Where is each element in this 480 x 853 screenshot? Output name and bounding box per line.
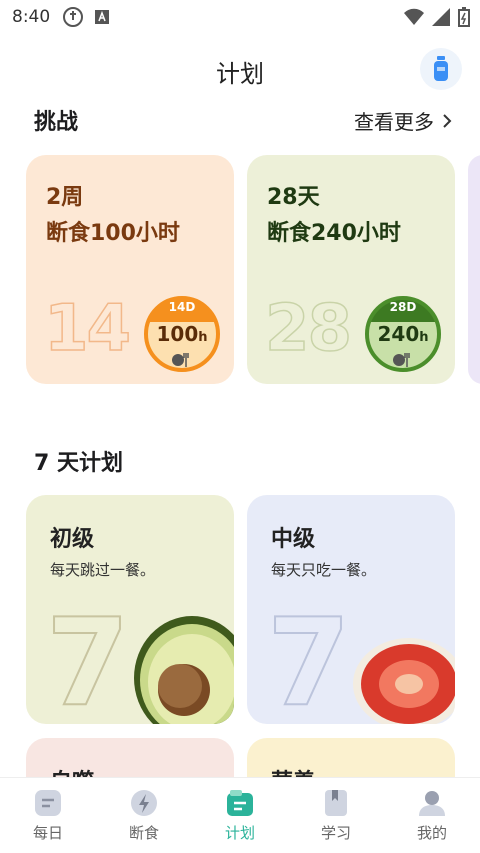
challenge-duration: 28天 <box>267 185 320 210</box>
app-notification-icon <box>95 10 110 24</box>
cutlery-icon <box>172 353 189 367</box>
challenge-duration: 2周 <box>46 185 84 210</box>
plan-number: 7 <box>45 594 130 725</box>
daily-icon <box>35 790 61 816</box>
bookmark-icon <box>325 790 347 816</box>
see-more-label: 查看更多 <box>354 110 434 134</box>
plan-desc: 每天只吃一餐。 <box>271 561 377 579</box>
water-bottle-icon <box>434 56 448 81</box>
plan-desc: 每天跳过一餐。 <box>50 561 156 579</box>
see-more-link[interactable]: 查看更多 <box>354 106 452 135</box>
nav-label: 学习 <box>320 824 351 842</box>
plan-title: 中级 <box>271 527 316 552</box>
challenges-heading: 挑战 <box>34 110 79 135</box>
fig-image <box>353 638 455 724</box>
plan-icon <box>227 790 253 816</box>
battery-icon <box>458 7 470 27</box>
challenge-goal: 断食240小时 <box>267 221 401 246</box>
nav-daily[interactable]: 每日 <box>0 778 96 853</box>
nav-label: 计划 <box>224 824 255 842</box>
plan-title: 初级 <box>50 527 95 552</box>
signal-icon <box>432 8 450 26</box>
nav-me[interactable]: 我的 <box>384 778 480 853</box>
bottom-nav: 每日 断食 计划 学习 我的 <box>0 777 480 853</box>
header: 计划 <box>0 46 480 94</box>
nav-learn[interactable]: 学习 <box>288 778 384 853</box>
nav-plan[interactable]: 计划 <box>192 778 288 853</box>
badge-days: 14D <box>168 300 196 314</box>
challenge-card-next[interactable] <box>468 155 480 384</box>
status-time: 8:40 <box>12 7 51 27</box>
badge-unit: h <box>198 330 208 345</box>
challenge-goal: 断食100小时 <box>46 221 180 246</box>
challenge-big-number: 14 <box>43 291 132 367</box>
plan-card-intermediate[interactable]: 中级 每天只吃一餐。 7 <box>247 495 455 724</box>
avocado-image <box>134 616 234 724</box>
pin-notification-icon <box>63 7 84 27</box>
nav-label: 我的 <box>416 824 447 842</box>
wifi-icon <box>404 8 424 25</box>
plan-number: 7 <box>266 594 351 725</box>
nav-label: 断食 <box>128 824 159 842</box>
badge-hours: 100 <box>156 322 199 346</box>
nav-label: 每日 <box>32 824 63 842</box>
plans-heading: 7 天计划 <box>34 451 123 476</box>
person-icon <box>419 791 445 816</box>
badge-unit: h <box>419 330 429 345</box>
challenge-card-28d[interactable]: 28天 断食240小时 28 28D 240h <box>247 155 455 384</box>
lightning-icon <box>131 790 157 816</box>
challenge-badge: 28D 240h <box>365 296 441 372</box>
page-title: 计划 <box>216 60 264 88</box>
challenge-card-14d[interactable]: 2周 断食100小时 14 14D 100h <box>26 155 234 384</box>
chevron-right-icon <box>443 113 452 128</box>
water-bottle-button[interactable] <box>420 48 462 90</box>
challenge-big-number: 28 <box>264 291 353 367</box>
status-bar: 8:40 <box>0 0 480 34</box>
challenge-badge: 14D 100h <box>144 296 220 372</box>
nav-fasting[interactable]: 断食 <box>96 778 192 853</box>
badge-days: 28D <box>389 300 417 314</box>
plan-card-beginner[interactable]: 初级 每天跳过一餐。 7 <box>26 495 234 724</box>
cutlery-icon <box>393 353 410 367</box>
badge-hours: 240 <box>377 322 420 346</box>
